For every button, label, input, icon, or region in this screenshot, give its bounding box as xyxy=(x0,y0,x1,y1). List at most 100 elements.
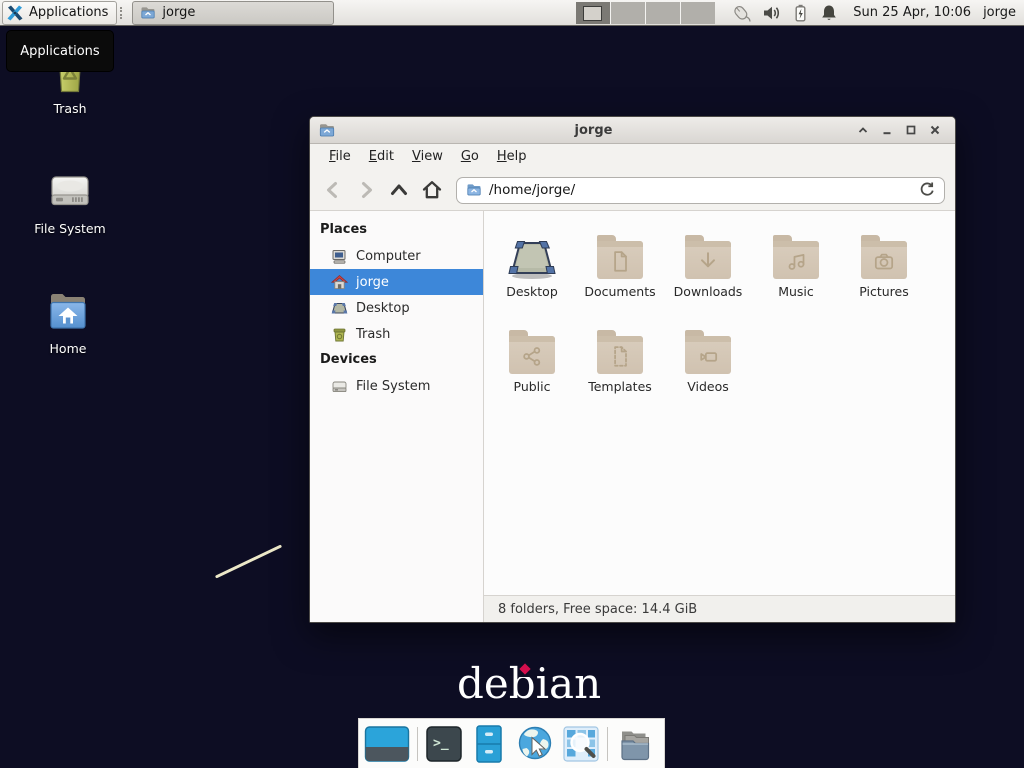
desktop-icon-home[interactable]: Home xyxy=(12,286,124,356)
file-manager-launcher[interactable] xyxy=(470,724,508,764)
sidebar-item-label: Desktop xyxy=(356,301,410,316)
sidebar-item-jorge[interactable]: jorge xyxy=(310,269,483,295)
taskbar-window-label: jorge xyxy=(162,5,195,20)
desktop-icon xyxy=(505,235,559,281)
notifications-bell-icon[interactable] xyxy=(819,3,839,23)
trash-icon xyxy=(331,326,348,343)
applications-menu-label: Applications xyxy=(29,5,108,20)
file-item-pictures[interactable]: Pictures xyxy=(840,223,928,318)
applications-menu-button[interactable]: Applications xyxy=(2,1,117,25)
home-button[interactable] xyxy=(419,177,445,203)
forward-button[interactable] xyxy=(353,177,379,203)
folder-icon xyxy=(509,336,555,374)
sidebar-devices-header: Devices xyxy=(310,347,483,373)
file-item-label: Documents xyxy=(576,284,664,299)
file-item-label: Public xyxy=(488,379,576,394)
workspace-window-chip xyxy=(583,6,602,21)
sidebar-places-header: Places xyxy=(310,217,483,243)
menu-view[interactable]: View xyxy=(403,144,452,170)
panel-clock[interactable]: Sun 25 Apr, 10:06 xyxy=(853,5,971,20)
download-emblem xyxy=(696,249,720,273)
file-item-label: Videos xyxy=(664,379,752,394)
window-titlebar[interactable]: jorge xyxy=(310,117,955,144)
file-item-label: Music xyxy=(752,284,840,299)
folder-icon xyxy=(597,336,643,374)
sidebar-item-label: Computer xyxy=(356,249,421,264)
desktop-icon xyxy=(331,300,348,317)
sidebar-item-desktop[interactable]: Desktop xyxy=(310,295,483,321)
system-tray xyxy=(731,3,839,23)
window-title: jorge xyxy=(336,123,851,138)
file-item-desktop[interactable]: Desktop xyxy=(488,223,576,318)
maximize-button[interactable] xyxy=(899,119,923,141)
tooltip-text: Applications xyxy=(20,44,99,59)
folder-icon xyxy=(140,5,156,21)
terminal-launcher[interactable]: >_ xyxy=(425,725,463,763)
terminal-icon: >_ xyxy=(425,725,463,763)
minimize-button[interactable] xyxy=(875,119,899,141)
taskbar-window-button[interactable]: jorge xyxy=(132,1,334,25)
show-desktop-launcher[interactable] xyxy=(364,724,410,764)
back-button[interactable] xyxy=(320,177,346,203)
menu-file[interactable]: File xyxy=(320,144,360,170)
harddrive-icon xyxy=(45,166,95,216)
content-pane: Desktop Documents xyxy=(484,211,955,622)
menu-help[interactable]: Help xyxy=(488,144,536,170)
camera-emblem xyxy=(872,249,896,273)
file-item-downloads[interactable]: Downloads xyxy=(664,223,752,318)
file-item-videos[interactable]: Videos xyxy=(664,318,752,413)
desktop-icon-label: Trash xyxy=(14,101,126,116)
computer-icon xyxy=(331,248,348,265)
workspace-3[interactable] xyxy=(646,2,681,24)
sidebar-item-label: jorge xyxy=(356,275,389,290)
maximize-icon xyxy=(904,123,918,137)
desktop-icon-label: File System xyxy=(14,221,126,236)
music-emblem xyxy=(784,249,808,273)
file-cabinet-icon xyxy=(470,724,508,764)
home-icon xyxy=(421,179,443,201)
path-bar[interactable]: /home/jorge/ xyxy=(456,177,945,204)
directory-menu-launcher[interactable] xyxy=(615,724,655,764)
desktop-icon-file-system[interactable]: File System xyxy=(14,166,126,236)
sidebar-item-trash[interactable]: Trash xyxy=(310,321,483,347)
menu-edit[interactable]: Edit xyxy=(360,144,403,170)
desktop: { "colors": { "accent_blue": "#3d87d9", … xyxy=(0,0,1024,768)
file-item-label: Pictures xyxy=(840,284,928,299)
menubar: File Edit View Go Help xyxy=(310,144,955,170)
shade-icon xyxy=(856,123,870,137)
user-actions-menu[interactable]: jorge xyxy=(983,5,1016,20)
file-grid: Desktop Documents xyxy=(484,211,955,595)
volume-icon[interactable] xyxy=(761,3,781,23)
file-item-music[interactable]: Music xyxy=(752,223,840,318)
app-finder-launcher[interactable] xyxy=(562,725,600,763)
statusbar: 8 folders, Free space: 14.4 GiB xyxy=(484,595,955,622)
shade-button[interactable] xyxy=(851,119,875,141)
folder-icon xyxy=(466,182,482,198)
battery-icon[interactable] xyxy=(790,3,810,23)
panel-handle[interactable] xyxy=(120,7,126,19)
window-folder-icon xyxy=(318,121,336,139)
workspace-1[interactable] xyxy=(576,2,611,24)
file-item-documents[interactable]: Documents xyxy=(576,223,664,318)
web-browser-launcher[interactable] xyxy=(515,724,555,764)
menu-go[interactable]: Go xyxy=(452,144,488,170)
close-button[interactable] xyxy=(923,119,947,141)
sidebar: Places Computer jorge xyxy=(310,211,484,622)
home-folder-icon xyxy=(43,286,93,336)
workspace-switcher xyxy=(576,2,715,24)
mouse-icon[interactable] xyxy=(731,3,752,23)
file-item-templates[interactable]: Templates xyxy=(576,318,664,413)
up-icon xyxy=(388,179,410,201)
share-emblem xyxy=(520,344,544,368)
toolbar: /home/jorge/ xyxy=(310,170,955,211)
path-text[interactable]: /home/jorge/ xyxy=(489,182,911,198)
sidebar-item-file-system[interactable]: File System xyxy=(310,373,483,399)
workspace-4[interactable] xyxy=(681,2,715,24)
dock-separator xyxy=(417,727,418,761)
file-item-label: Downloads xyxy=(664,284,752,299)
reload-button[interactable] xyxy=(918,180,935,201)
sidebar-item-computer[interactable]: Computer xyxy=(310,243,483,269)
file-item-public[interactable]: Public xyxy=(488,318,576,413)
workspace-2[interactable] xyxy=(611,2,646,24)
up-button[interactable] xyxy=(386,177,412,203)
